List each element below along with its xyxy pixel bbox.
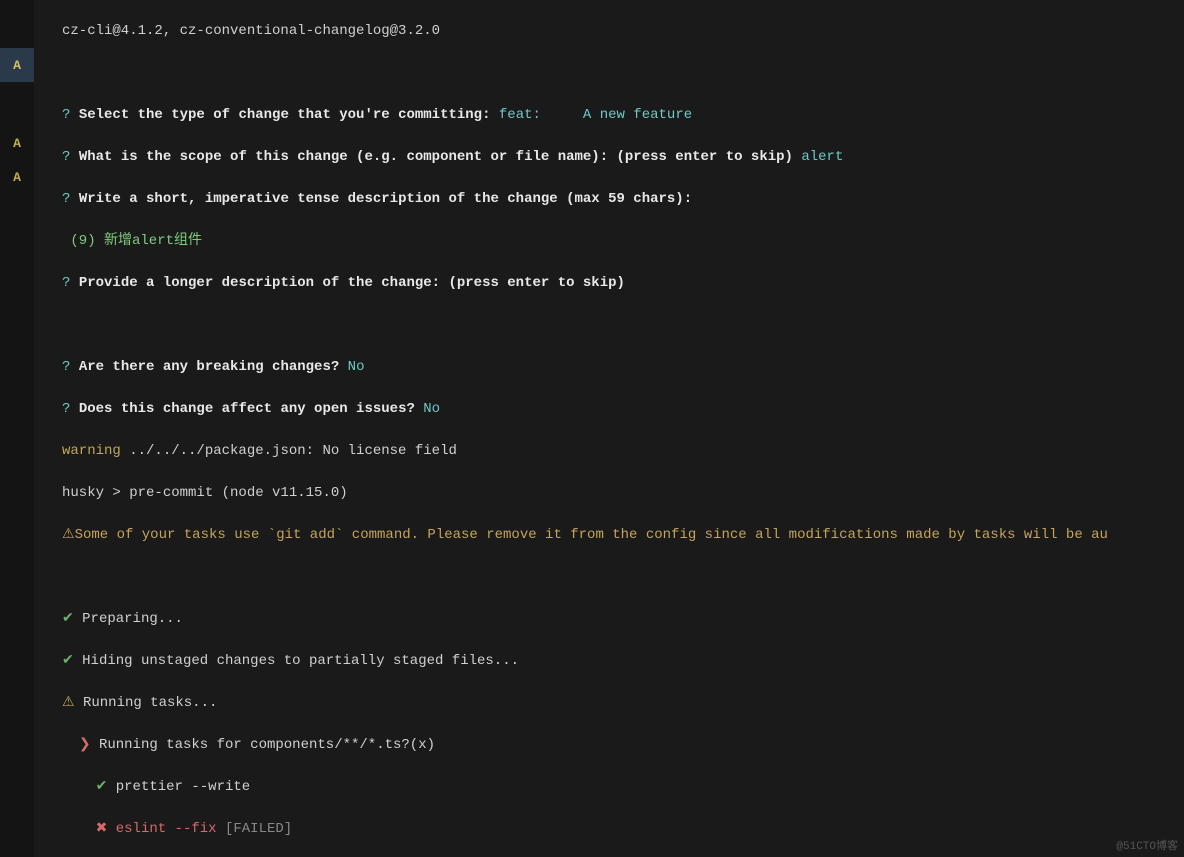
terminal-line: ? Are there any breaking changes? No <box>62 357 1156 378</box>
check-icon: ✔ <box>62 611 74 627</box>
watermark: @51CTO博客 <box>1116 837 1178 853</box>
terminal-line: ? Write a short, imperative tense descri… <box>62 189 1156 210</box>
terminal-line: ❯ Running tasks for components/**/*.ts?(… <box>62 735 1156 756</box>
terminal[interactable]: cz-cli@4.1.2, cz-conventional-changelog@… <box>34 0 1184 857</box>
marker-a[interactable]: A <box>0 48 34 82</box>
terminal-line: warning ../../../package.json: No licens… <box>62 441 1156 462</box>
marker-a[interactable]: A <box>0 160 34 194</box>
terminal-line: husky > pre-commit (node v11.15.0) <box>62 483 1156 504</box>
terminal-line: (9) 新增alert组件 <box>62 231 1156 252</box>
marker-a[interactable]: A <box>0 126 34 160</box>
terminal-line: ? Select the type of change that you're … <box>62 105 1156 126</box>
terminal-line: ✔ Preparing... <box>62 609 1156 630</box>
terminal-line: cz-cli@4.1.2, cz-conventional-changelog@… <box>62 21 1156 42</box>
terminal-line: ✔ Hiding unstaged changes to partially s… <box>62 651 1156 672</box>
terminal-line: ? What is the scope of this change (e.g.… <box>62 147 1156 168</box>
terminal-line: ? Provide a longer description of the ch… <box>62 273 1156 294</box>
check-icon: ✔ <box>96 779 108 795</box>
cross-icon: ✖ <box>96 821 108 837</box>
terminal-line: ⚠ Running tasks... <box>62 693 1156 714</box>
check-icon: ✔ <box>62 653 74 669</box>
terminal-line: ⚠Some of your tasks use `git add` comman… <box>62 525 1156 546</box>
sidebar: A A A <box>0 0 34 857</box>
terminal-line: ✖ eslint --fix [FAILED] <box>62 819 1156 840</box>
app-root: A A A cz-cli@4.1.2, cz-conventional-chan… <box>0 0 1184 857</box>
terminal-line: ✔ prettier --write <box>62 777 1156 798</box>
warning-icon: ⚠ <box>62 695 75 711</box>
arrow-icon: ❯ <box>79 737 91 753</box>
warning-icon: ⚠ <box>62 527 75 543</box>
terminal-line: ? Does this change affect any open issue… <box>62 399 1156 420</box>
